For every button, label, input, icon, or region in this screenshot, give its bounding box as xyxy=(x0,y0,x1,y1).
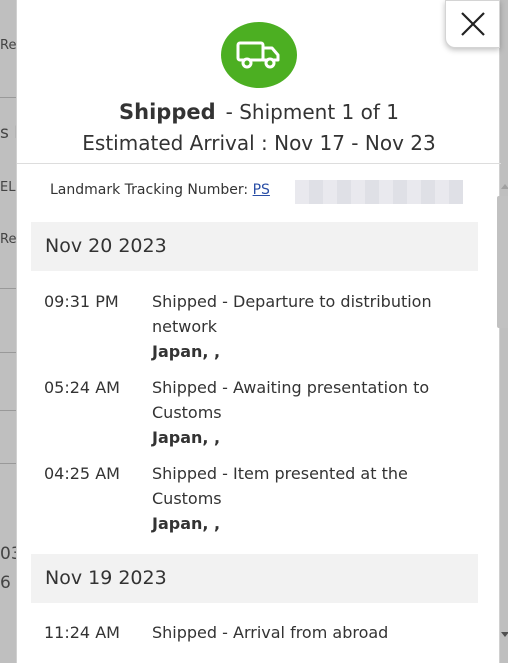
event-description: Shipped - Departure to distribution netw… xyxy=(152,289,464,364)
event-status-text: Shipped - Arrival from abroad xyxy=(152,623,389,642)
tracking-modal: Shipped - Shipment 1 of 1 Estimated Arriv… xyxy=(16,0,508,663)
background-text: Re xyxy=(0,38,17,53)
shipment-status: Shipped xyxy=(119,100,216,124)
background-text: 6 xyxy=(0,573,11,593)
event-description: Shipped - Item presented at the Customs … xyxy=(152,461,464,536)
event-time: 09:31 PM xyxy=(44,292,119,311)
shipment-title: Shipped - Shipment 1 of 1 xyxy=(17,100,501,124)
event-description: Shipped - Awaiting presentation to Custo… xyxy=(152,375,464,450)
event-location: Japan, , xyxy=(152,428,221,447)
truck-icon xyxy=(221,22,297,88)
tracking-event: 04:25 AM Shipped - Item presented at the… xyxy=(44,461,464,536)
shipment-count: - Shipment 1 of 1 xyxy=(225,100,399,124)
event-time: 04:25 AM xyxy=(44,464,120,483)
scroll-down-arrow-icon[interactable] xyxy=(501,632,508,637)
close-button[interactable] xyxy=(445,0,500,48)
close-icon xyxy=(460,12,485,36)
tracking-label: Landmark Tracking Number: xyxy=(50,182,249,198)
event-status-text: Shipped - Departure to distribution netw… xyxy=(152,292,432,336)
scroll-up-arrow-icon[interactable] xyxy=(501,184,508,189)
background-text: EL xyxy=(0,180,16,195)
tracking-row: Landmark Tracking Number: PS xyxy=(50,182,270,198)
estimated-arrival: Estimated Arrival : Nov 17 - Nov 23 xyxy=(82,131,436,155)
event-description: Shipped - Arrival from abroad xyxy=(152,620,464,645)
date-header: Nov 20 2023 xyxy=(31,222,478,271)
tracking-number-link[interactable]: PS xyxy=(253,182,270,198)
event-location: Japan, , xyxy=(152,514,221,533)
redacted-tracking-number xyxy=(295,180,463,204)
header-divider xyxy=(17,163,501,164)
background-text: Re xyxy=(0,232,17,247)
event-status-text: Shipped - Awaiting presentation to Custo… xyxy=(152,378,430,422)
tracking-event: 09:31 PM Shipped - Departure to distribu… xyxy=(44,289,464,364)
tracking-event: 11:24 AM Shipped - Arrival from abroad xyxy=(44,620,464,645)
tracking-event: 05:24 AM Shipped - Awaiting presentation… xyxy=(44,375,464,450)
event-location: Japan, , xyxy=(152,342,221,361)
event-time: 05:24 AM xyxy=(44,378,120,397)
scroll-thumb[interactable] xyxy=(497,196,508,328)
event-time: 11:24 AM xyxy=(44,623,120,642)
event-status-text: Shipped - Item presented at the Customs xyxy=(152,464,408,508)
date-header: Nov 19 2023 xyxy=(31,554,478,603)
